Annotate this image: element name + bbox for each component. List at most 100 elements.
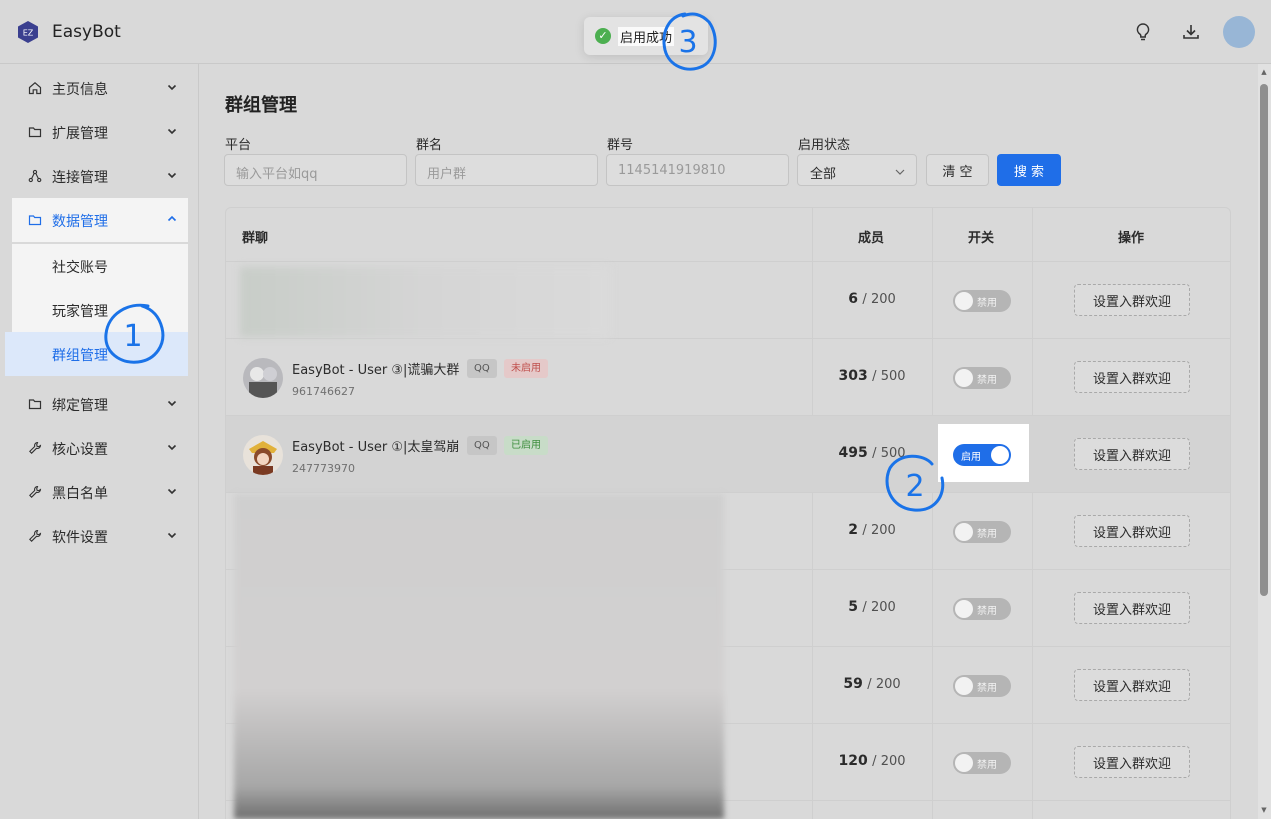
- sidebar-item-extensions[interactable]: 扩展管理: [12, 110, 188, 154]
- chevron-down-icon: [895, 169, 905, 175]
- chevron-down-icon: [167, 532, 177, 539]
- search-button[interactable]: 搜 索: [997, 154, 1061, 186]
- enable-switch[interactable]: 启用: [953, 444, 1011, 466]
- scroll-up-arrow-icon[interactable]: ▲: [1260, 68, 1268, 76]
- sidebar-subitem-social-accounts[interactable]: 社交账号: [12, 244, 188, 288]
- member-count: 5 / 200: [848, 599, 896, 615]
- group-avatar: [243, 435, 283, 475]
- enable-switch[interactable]: 禁用: [953, 521, 1011, 543]
- header-action: 操作: [1118, 231, 1145, 246]
- sidebar-subitem-groups[interactable]: 群组管理: [5, 332, 188, 376]
- status-select[interactable]: 全部: [797, 154, 917, 186]
- home-icon: [28, 82, 42, 95]
- data-submenu: 社交账号 玩家管理 群组管理: [5, 244, 188, 376]
- switch-label: 禁用: [977, 683, 997, 694]
- status-select-value: 全部: [810, 167, 837, 182]
- status-badge: 未启用: [504, 359, 548, 378]
- switch-label: 禁用: [977, 375, 997, 386]
- table-header: 群聊 成员 开关 操作: [226, 208, 1230, 262]
- scrollbar-thumb[interactable]: [1260, 84, 1268, 596]
- set-welcome-button[interactable]: 设置入群欢迎: [1074, 361, 1190, 393]
- sidebar-item-label: 主页信息: [52, 82, 108, 98]
- chevron-down-icon: [167, 128, 177, 135]
- page-title: 群组管理: [225, 95, 297, 116]
- folder-icon: [28, 215, 42, 226]
- redacted-area: [234, 494, 724, 819]
- sidebar-item-core-settings[interactable]: 核心设置: [12, 426, 188, 470]
- chevron-down-icon: [167, 444, 177, 451]
- switch-label: 禁用: [977, 529, 997, 540]
- download-icon[interactable]: [1181, 22, 1201, 42]
- check-circle-icon: ✓: [595, 28, 611, 44]
- clear-button[interactable]: 清 空: [926, 154, 989, 186]
- set-welcome-button[interactable]: 设置入群欢迎: [1074, 284, 1190, 316]
- sidebar-subitem-label: 社交账号: [52, 260, 108, 276]
- member-count: 495 / 500: [838, 445, 906, 461]
- switch-knob: [955, 369, 973, 387]
- folder-icon: [28, 399, 42, 410]
- scroll-down-arrow-icon[interactable]: ▼: [1260, 806, 1268, 814]
- sidebar-item-bindings[interactable]: 绑定管理: [12, 382, 188, 426]
- sidebar-item-software-settings[interactable]: 软件设置: [12, 514, 188, 558]
- app-title: EasyBot: [52, 22, 121, 42]
- sidebar-item-label: 数据管理: [52, 214, 108, 230]
- set-welcome-button[interactable]: 设置入群欢迎: [1074, 592, 1190, 624]
- enable-switch[interactable]: 禁用: [953, 752, 1011, 774]
- wrench-icon: [29, 485, 42, 498]
- chevron-down-icon: [167, 400, 177, 407]
- network-icon: [28, 169, 42, 183]
- enable-switch[interactable]: 禁用: [953, 367, 1011, 389]
- set-welcome-button[interactable]: 设置入群欢迎: [1074, 746, 1190, 778]
- chevron-down-icon: [167, 84, 177, 91]
- member-count: 6 / 200: [848, 291, 896, 307]
- member-count: 120 / 200: [838, 753, 906, 769]
- group-name-filter-label: 群名: [416, 138, 443, 153]
- chevron-up-icon: [167, 215, 177, 222]
- switch-knob: [955, 677, 973, 695]
- sidebar-item-label: 绑定管理: [52, 398, 108, 414]
- sidebar-subitem-label: 群组管理: [52, 348, 108, 364]
- redacted-area: [240, 267, 610, 337]
- platform-tag: QQ: [467, 436, 497, 455]
- set-welcome-button[interactable]: 设置入群欢迎: [1074, 438, 1190, 470]
- sidebar-item-label: 黑白名单: [52, 486, 108, 502]
- sidebar-subitem-players[interactable]: 玩家管理: [12, 288, 188, 332]
- group-name: EasyBot - User ①|太皇驾崩: [292, 440, 460, 455]
- header-group: 群聊: [242, 231, 269, 246]
- switch-label: 禁用: [977, 760, 997, 771]
- sidebar-item-label: 软件设置: [52, 530, 108, 546]
- app-logo: EZ: [18, 21, 38, 43]
- switch-knob: [955, 754, 973, 772]
- wrench-icon: [29, 441, 42, 454]
- sidebar-item-label: 连接管理: [52, 170, 108, 186]
- platform-filter-label: 平台: [225, 138, 252, 153]
- sidebar-item-home[interactable]: 主页信息: [12, 66, 188, 110]
- chevron-down-icon: [167, 488, 177, 495]
- user-avatar[interactable]: [1223, 16, 1255, 48]
- lightbulb-icon[interactable]: [1133, 22, 1153, 42]
- switch-label: 禁用: [977, 606, 997, 617]
- sidebar-item-label: 核心设置: [52, 442, 108, 458]
- sidebar-item-connections[interactable]: 连接管理: [12, 154, 188, 198]
- platform-input[interactable]: 输入平台如qq: [224, 154, 407, 186]
- svg-text:EZ: EZ: [23, 29, 34, 38]
- set-welcome-button[interactable]: 设置入群欢迎: [1074, 515, 1190, 547]
- enable-switch[interactable]: 禁用: [953, 290, 1011, 312]
- switch-knob: [955, 523, 973, 541]
- set-welcome-button[interactable]: 设置入群欢迎: [1074, 669, 1190, 701]
- group-id: 961746627: [292, 385, 355, 398]
- group-id-input[interactable]: 1145141919810: [606, 154, 789, 186]
- group-id-filter-label: 群号: [607, 138, 634, 153]
- enable-switch[interactable]: 禁用: [953, 675, 1011, 697]
- switch-label: 启用: [961, 452, 981, 463]
- group-name: EasyBot - User ③|谎骗大群: [292, 363, 460, 378]
- group-name-input[interactable]: 用户群: [415, 154, 598, 186]
- status-filter-label: 启用状态: [798, 138, 851, 153]
- toast-message: 启用成功: [618, 27, 675, 46]
- sidebar-item-blacklist[interactable]: 黑白名单: [12, 470, 188, 514]
- enable-switch[interactable]: 禁用: [953, 598, 1011, 620]
- switch-knob: [955, 600, 973, 618]
- table-row: EasyBot - User ①|太皇驾崩 QQ 已启用 247773970 4…: [226, 416, 1230, 493]
- header-members: 成员: [858, 231, 885, 246]
- sidebar-item-data[interactable]: 数据管理: [12, 198, 188, 242]
